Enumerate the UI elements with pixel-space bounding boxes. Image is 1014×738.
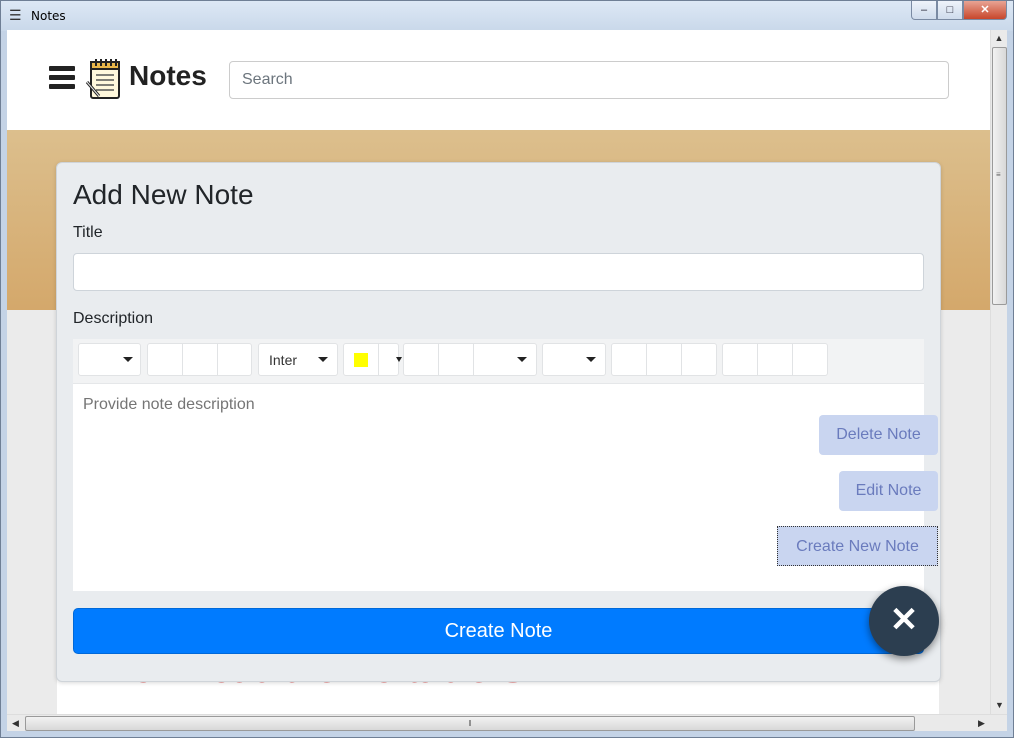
- edit-note-button[interactable]: Edit Note: [839, 471, 938, 511]
- vertical-scroll-thumb[interactable]: ≡: [992, 47, 1007, 305]
- notepad-icon: [85, 59, 120, 99]
- view-buttons: [722, 343, 828, 376]
- heading-dropdown[interactable]: [78, 343, 141, 376]
- horizontal-scroll-thumb[interactable]: ‖: [25, 716, 915, 731]
- maximize-button[interactable]: □: [937, 1, 963, 20]
- minimize-button[interactable]: –: [911, 1, 937, 20]
- video-button[interactable]: [682, 344, 718, 375]
- create-new-note-button[interactable]: Create New Note: [777, 526, 938, 566]
- brand-title: Notes: [129, 60, 207, 91]
- bullet-list-button[interactable]: [404, 344, 439, 375]
- chevron-down-icon: [586, 357, 596, 362]
- code-view-button[interactable]: [758, 344, 793, 375]
- window-titlebar[interactable]: ☰ Notes – □ ✕: [1, 1, 1013, 31]
- description-placeholder: Provide note description: [83, 396, 255, 413]
- close-window-button[interactable]: ✕: [963, 1, 1007, 20]
- delete-note-button[interactable]: Delete Note: [819, 415, 938, 455]
- link-button[interactable]: [612, 344, 647, 375]
- scroll-left-arrow-icon[interactable]: ◀: [7, 715, 24, 732]
- chevron-down-icon: [396, 357, 402, 362]
- chevron-down-icon: [123, 357, 133, 362]
- italic-button[interactable]: [183, 344, 218, 375]
- help-button[interactable]: [793, 344, 829, 375]
- highlight-color-swatch: [354, 353, 368, 367]
- bold-button[interactable]: [148, 344, 183, 375]
- horizontal-scrollbar[interactable]: ◀ ‖ ▶: [7, 714, 1007, 731]
- notepad-icon: ☰: [9, 7, 22, 23]
- chevron-down-icon: [517, 357, 527, 362]
- scroll-right-arrow-icon[interactable]: ▶: [973, 715, 990, 732]
- image-button[interactable]: [647, 344, 682, 375]
- editor-toolbar: Inter: [73, 339, 924, 383]
- navbar: Notes: [7, 30, 990, 130]
- font-family-value: Inter: [269, 352, 298, 368]
- add-note-panel: Add New Note Title Description Inter Pro…: [56, 162, 941, 682]
- fullscreen-button[interactable]: [723, 344, 758, 375]
- close-x-icon[interactable]: ✕: [869, 586, 939, 656]
- list-buttons: [403, 343, 537, 376]
- scroll-down-arrow-icon[interactable]: ▼: [991, 697, 1008, 714]
- font-family-dropdown[interactable]: Inter: [258, 343, 338, 376]
- title-input[interactable]: [73, 253, 924, 291]
- scroll-up-arrow-icon[interactable]: ▲: [991, 30, 1007, 47]
- insert-buttons: [611, 343, 717, 376]
- create-note-button[interactable]: Create Note: [73, 608, 924, 654]
- window-controls: – □ ✕: [911, 1, 1007, 20]
- title-label: Title: [73, 224, 103, 241]
- table-dropdown[interactable]: [542, 343, 606, 376]
- paragraph-dropdown[interactable]: [474, 344, 538, 375]
- hamburger-menu-icon[interactable]: [49, 66, 75, 90]
- vertical-scrollbar[interactable]: ▲ ≡ ▼: [990, 30, 1007, 714]
- window-title: Notes: [31, 9, 66, 23]
- chevron-down-icon: [318, 357, 328, 362]
- page-viewport: Download the Portable SDK Notes Add New …: [7, 30, 990, 714]
- description-label: Description: [73, 310, 154, 327]
- numbered-list-button[interactable]: [439, 344, 474, 375]
- underline-button[interactable]: [218, 344, 253, 375]
- color-picker[interactable]: [343, 343, 402, 376]
- search-input[interactable]: [229, 61, 949, 99]
- panel-heading: Add New Note: [73, 179, 254, 210]
- text-style-buttons: [147, 343, 252, 376]
